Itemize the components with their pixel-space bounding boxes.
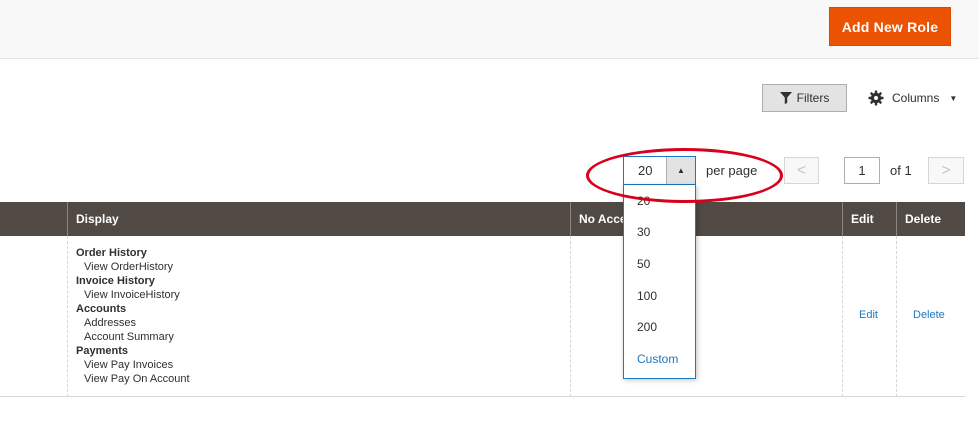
per-page-option-200[interactable]: 200 [624,311,695,343]
permissions-list: Order History View OrderHistory Invoice … [76,246,190,386]
current-page-input[interactable]: 1 [844,157,880,184]
caret-down-icon: ▼ [949,93,958,103]
permission-item: View Pay On Account [84,373,190,385]
columns-dropdown[interactable]: Columns ▼ [868,88,957,108]
edit-link[interactable]: Edit [859,309,878,321]
permission-item: Addresses [84,317,136,329]
permission-item: Account Summary [84,331,174,343]
table-row: Order History View OrderHistory Invoice … [0,236,965,397]
permission-group: Payments [76,345,128,357]
permission-group: Invoice History [76,275,155,287]
total-pages-label: of 1 [890,163,912,178]
permission-item: View Pay Invoices [84,359,174,371]
permission-group: Accounts [76,303,127,315]
per-page-select[interactable]: 20 ▲ [623,156,696,185]
cell-divider [570,236,571,397]
per-page-option-100[interactable]: 100 [624,280,695,312]
per-page-value: 20 [638,163,653,178]
column-header-delete: Delete [896,202,965,236]
gear-icon [868,90,884,106]
filter-icon [779,92,792,104]
chevron-right-icon: > [941,161,951,179]
add-new-role-button[interactable]: Add New Role [829,7,951,46]
per-page-option-20[interactable]: 20 [624,185,695,217]
column-header-edit: Edit [842,202,896,236]
roles-grid: Display No Access Edit Delete Order Hist… [0,202,965,397]
filters-label: Filters [796,91,830,105]
cell-divider [896,236,897,397]
caret-up-icon: ▲ [677,166,685,175]
column-header-no-access[interactable]: No Access [570,202,842,236]
per-page-options-menu: 20 30 50 100 200 Custom [623,185,696,379]
delete-link[interactable]: Delete [913,309,945,321]
permission-item: View OrderHistory [84,261,174,273]
column-header-display[interactable]: Display [67,202,570,236]
per-page-toggle-button[interactable]: ▲ [666,157,695,184]
per-page-option-30[interactable]: 30 [624,217,695,249]
columns-label: Columns [892,91,940,105]
grid-header: Display No Access Edit Delete [0,202,965,236]
page-action-bar: Add New Role [0,0,979,59]
previous-page-button[interactable]: < [784,157,819,184]
per-page-label: per page [706,163,758,178]
next-page-button[interactable]: > [928,157,964,184]
cell-divider [67,236,68,397]
chevron-left-icon: < [796,161,807,179]
permission-item: View InvoiceHistory [84,289,180,301]
per-page-option-50[interactable]: 50 [624,248,695,280]
permission-group: Order History [76,247,147,259]
filters-button[interactable]: Filters [762,84,847,112]
cell-divider [842,236,843,397]
per-page-option-custom[interactable]: Custom [624,343,695,375]
